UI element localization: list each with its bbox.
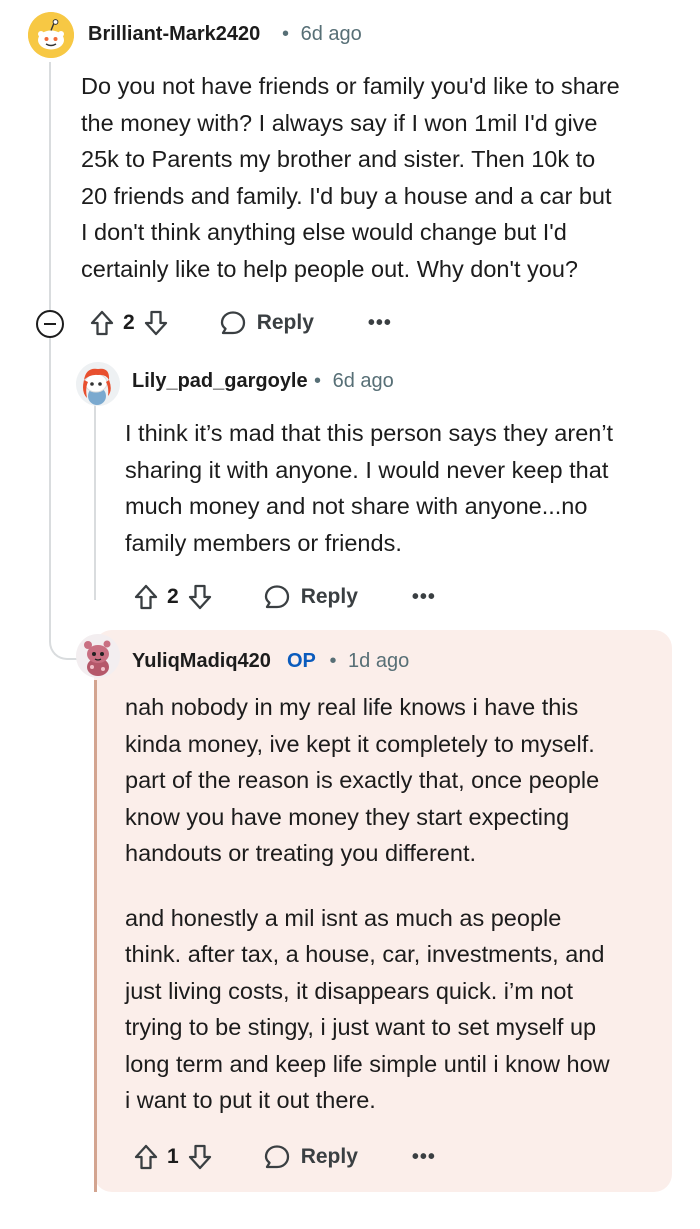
body-line: kinda money, ive kept it completely to m… — [125, 730, 595, 757]
body-paragraph: nah nobody in my real life knows i have … — [125, 689, 670, 872]
comment-bubble-icon — [264, 585, 289, 609]
avatar[interactable] — [76, 634, 120, 678]
snoo-avatar-icon — [76, 362, 120, 406]
body-line: family members or friends. — [125, 529, 402, 556]
more-options-button[interactable]: ••• — [412, 587, 436, 607]
body-line: long term and keep life simple until i k… — [125, 1050, 610, 1077]
meta-separator: • — [282, 23, 290, 45]
vote-count: 2 — [167, 585, 179, 608]
body-line: 20 friends and family. I'd buy a house a… — [81, 182, 612, 209]
comment-time: 6d ago — [300, 23, 362, 45]
body-line: part of the reason is exactly that, once… — [125, 767, 600, 793]
body-line: 25k to Parents my brother and sister. Th… — [81, 146, 596, 172]
comment-time: 6d ago — [332, 370, 394, 392]
collapse-thread-button[interactable] — [36, 310, 64, 338]
reply-label: Reply — [256, 311, 314, 334]
comment-meta: OP • 1d ago — [287, 650, 409, 673]
comment-actions: 1 Reply ••• — [133, 1137, 436, 1177]
body-line: handouts or treating you different. — [125, 840, 476, 866]
snoo-avatar-icon — [76, 634, 120, 678]
body-line: know you have money they start expecting — [125, 803, 570, 830]
comment-actions: 2 Reply ••• — [89, 303, 392, 343]
comment-username[interactable]: Lily_pad_gargoyle — [132, 370, 308, 393]
downvote-icon[interactable] — [143, 309, 169, 337]
op-thread-bar — [94, 680, 97, 1192]
body-line: the money with? I always say if I won 1m… — [81, 109, 598, 136]
meta-separator: • — [314, 370, 322, 392]
comment-time: 1d ago — [348, 650, 410, 672]
thread-line-root — [49, 62, 51, 310]
comment-bubble-icon — [264, 1145, 289, 1169]
snoo-avatar-icon — [28, 12, 74, 58]
vote-group: 1 — [133, 1143, 213, 1171]
reply-button[interactable]: Reply — [219, 309, 314, 337]
body-line: i want to put it out there. — [125, 1087, 376, 1113]
vote-group: 2 — [133, 583, 213, 611]
body-line: just living costs, it disappears quick. … — [125, 977, 573, 1004]
body-line: sharing it with anyone. I would never ke… — [125, 456, 609, 483]
body-line: nah nobody in my real life knows i have … — [125, 694, 579, 720]
upvote-icon[interactable] — [89, 309, 115, 337]
thread-line-root-lower — [49, 338, 51, 620]
thread-line-reply1 — [94, 404, 96, 600]
comment-body: I think it’s mad that this person says t… — [125, 415, 685, 561]
upvote-icon[interactable] — [133, 583, 159, 611]
body-line: Do you not have friends or family you'd … — [81, 73, 620, 99]
avatar[interactable] — [76, 362, 120, 406]
body-line: I think it’s mad that this person says t… — [125, 420, 614, 446]
upvote-icon[interactable] — [133, 1143, 159, 1171]
avatar[interactable] — [28, 12, 74, 58]
body-line: trying to be stingy, i just want to set … — [125, 1014, 597, 1040]
body-line: and honestly a mil isnt as much as peopl… — [125, 904, 562, 931]
comment-username[interactable]: Brilliant-Mark2420 — [88, 23, 260, 46]
body-line: much money and not share with anyone...n… — [125, 493, 588, 519]
comment-meta: • 6d ago — [282, 23, 362, 46]
op-badge: OP — [287, 650, 316, 672]
vote-count: 1 — [167, 1145, 179, 1168]
body-paragraph: and honestly a mil isnt as much as peopl… — [125, 900, 670, 1119]
reply-button[interactable]: Reply — [263, 583, 358, 611]
body-line: certainly like to help people out. Why d… — [81, 255, 578, 282]
downvote-icon[interactable] — [187, 1143, 213, 1171]
more-options-button[interactable]: ••• — [412, 1147, 436, 1167]
comment-meta: • 6d ago — [314, 370, 394, 393]
meta-separator: • — [329, 650, 337, 672]
comment-body: nah nobody in my real life knows i have … — [125, 689, 670, 1119]
vote-count: 2 — [123, 311, 135, 334]
downvote-icon[interactable] — [187, 583, 213, 611]
reply-label: Reply — [300, 585, 358, 608]
more-options-button[interactable]: ••• — [368, 313, 392, 333]
body-line: think. after tax, a house, car, investme… — [125, 941, 605, 967]
body-line: I don't think anything else would change… — [81, 219, 567, 245]
comment-actions: 2 Reply ••• — [133, 577, 436, 617]
reply-label: Reply — [300, 1145, 358, 1168]
comment-bubble-icon — [220, 311, 245, 335]
reply-button[interactable]: Reply — [263, 1143, 358, 1171]
comment-body: Do you not have friends or family you'd … — [81, 68, 681, 287]
comment-username[interactable]: YuliqMadiq420 — [132, 650, 271, 673]
vote-group: 2 — [89, 309, 169, 337]
